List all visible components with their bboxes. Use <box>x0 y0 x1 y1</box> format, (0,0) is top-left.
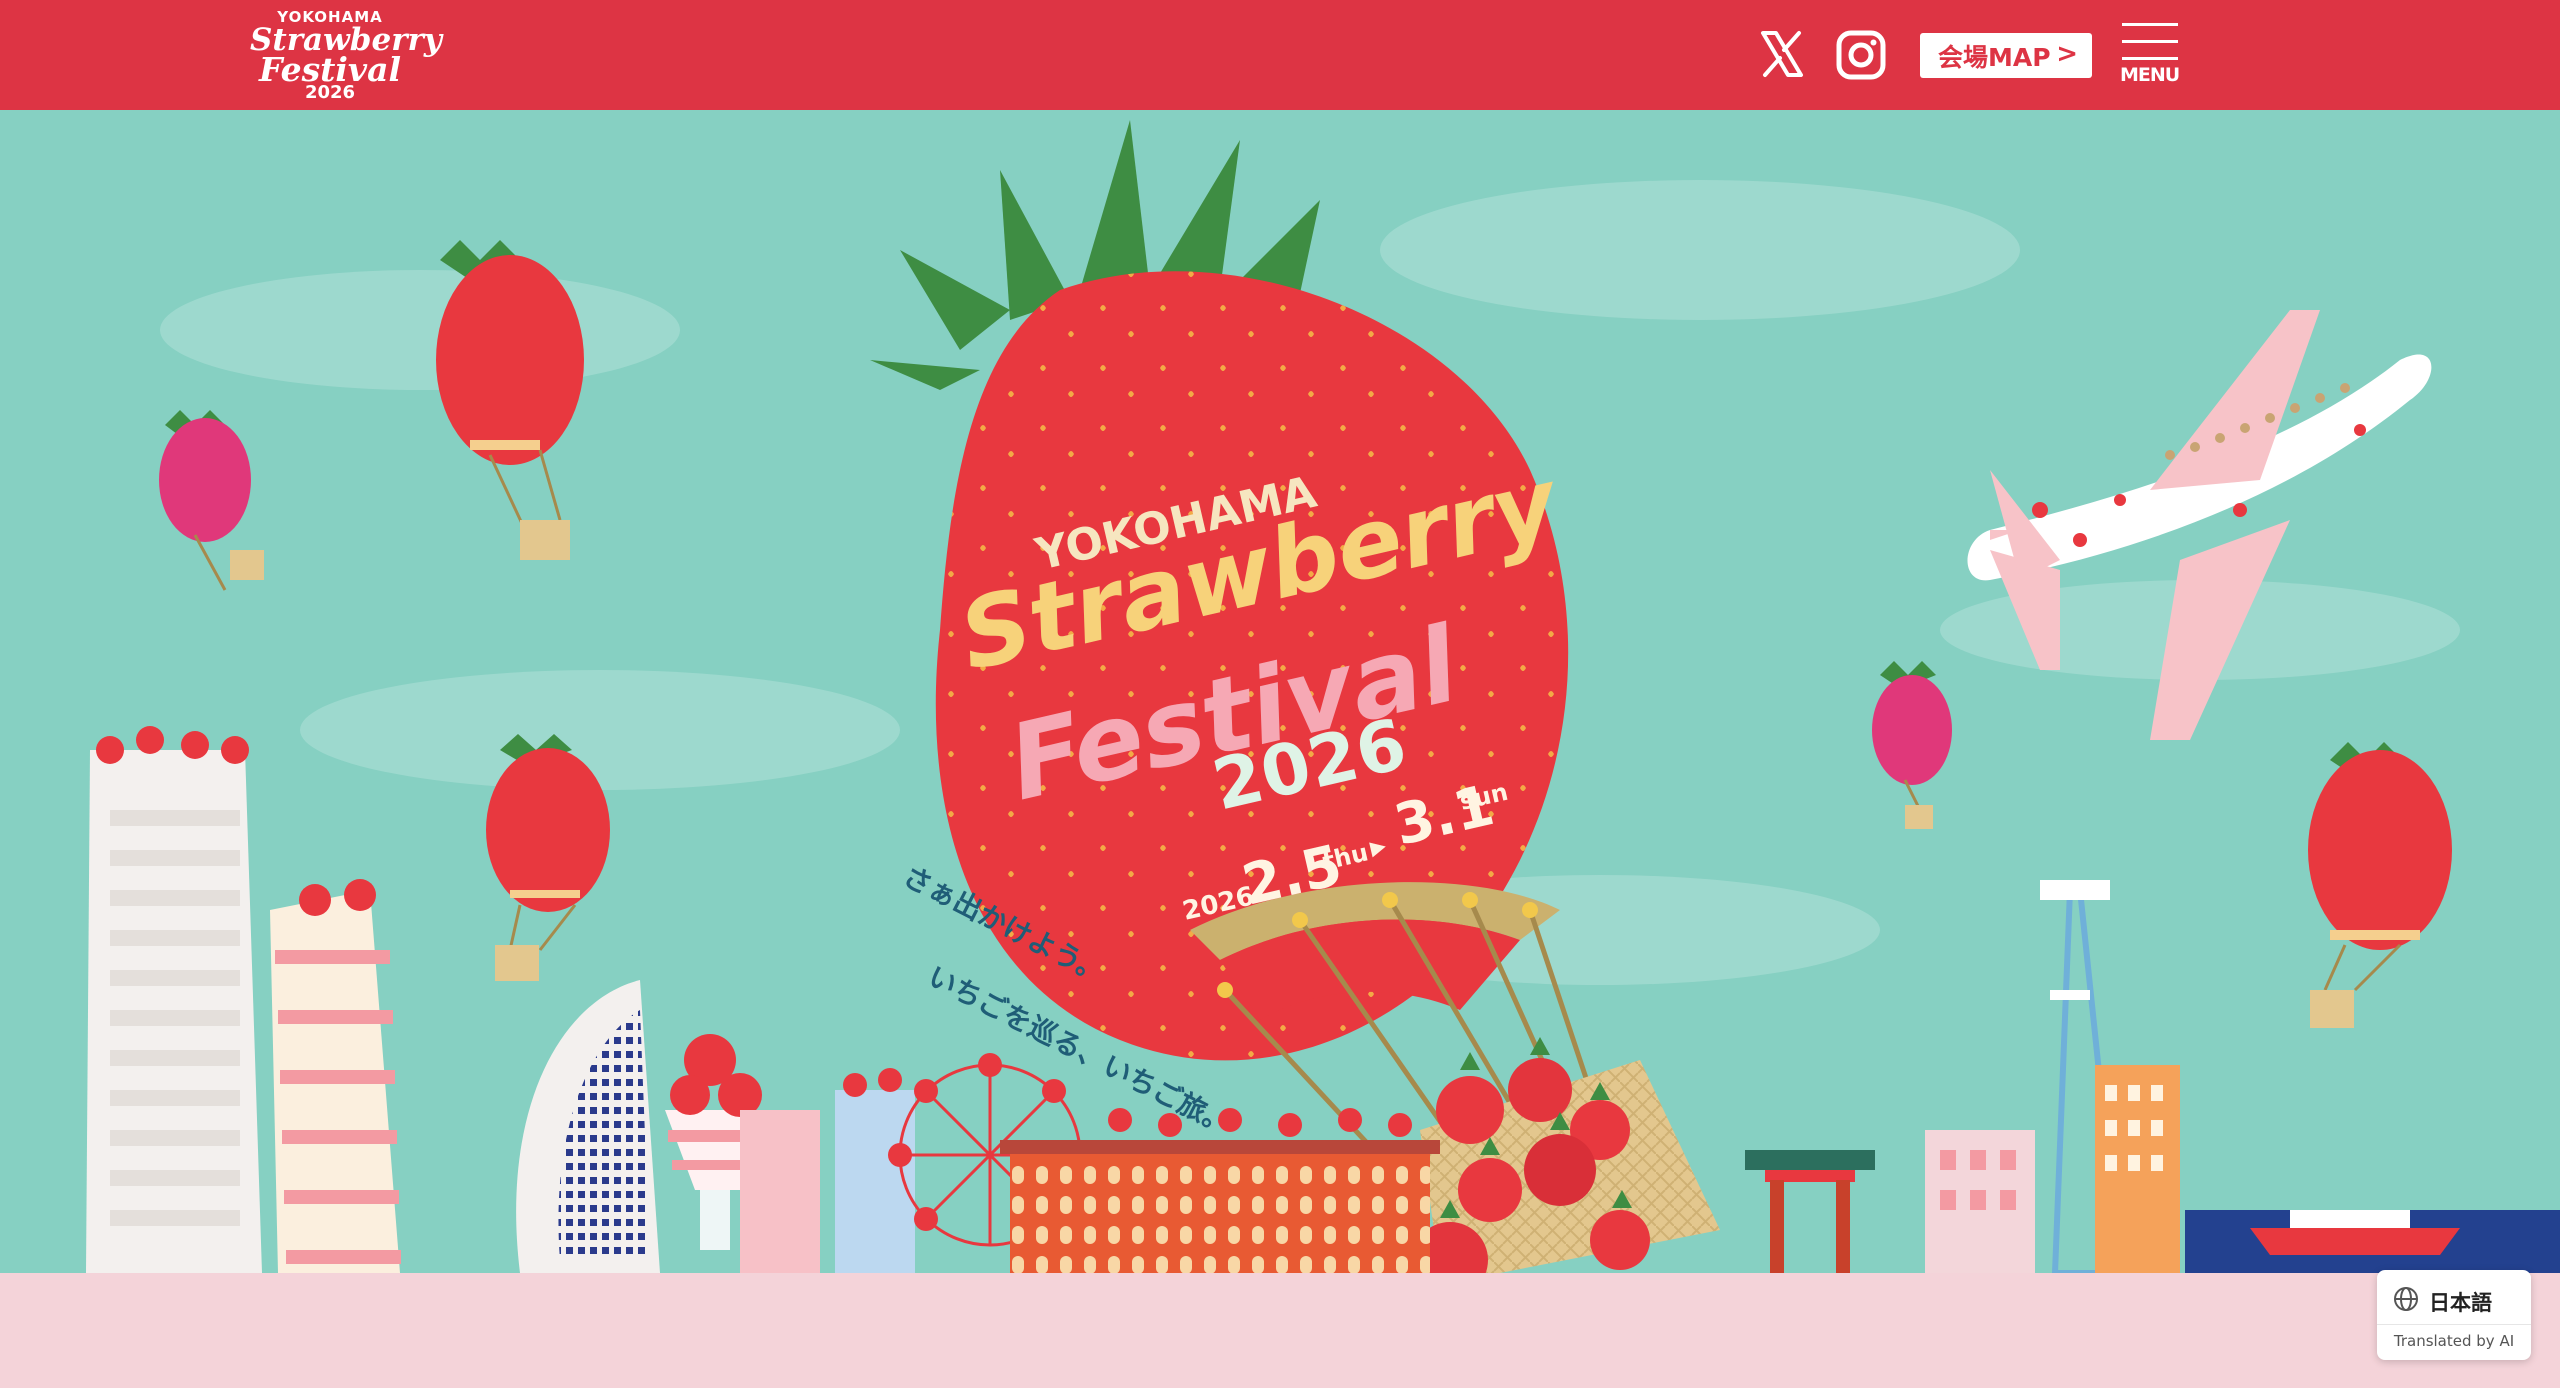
language-switcher-button[interactable]: 日本語 <box>2383 1276 2525 1322</box>
hero-key-visual: YOKOHAMA Strawberry Festival 2026 2026 2… <box>0 110 2560 1273</box>
globe-icon <box>2394 1287 2418 1311</box>
language-label: 日本語 <box>2429 1291 2492 1315</box>
blue-building <box>835 1068 915 1273</box>
hamburger-bar <box>2122 40 2178 43</box>
hamburger-bar <box>2122 57 2178 60</box>
orange-building <box>2095 1065 2180 1273</box>
divider <box>2377 1324 2531 1325</box>
logo-line-year: 2026 <box>304 82 356 103</box>
landmark-tower <box>86 726 262 1273</box>
menu-button[interactable]: MENU <box>2120 20 2180 88</box>
pink-building <box>740 1110 820 1273</box>
chevron-right-icon: > <box>2056 39 2078 69</box>
site-header: YOKOHAMA Strawberry Festival 2026 会場MAP … <box>0 0 2560 110</box>
pink-small-building <box>1925 1130 2035 1273</box>
red-brick-warehouse <box>1000 1140 1440 1273</box>
language-widget: 日本語 Translated by AI <box>2377 1270 2531 1360</box>
venue-map-button[interactable]: 会場MAP > <box>1920 33 2092 78</box>
harbor-sea <box>2185 1210 2560 1273</box>
hamburger-icon <box>2122 23 2178 26</box>
menu-label: MENU <box>2120 64 2180 86</box>
translated-by-ai-note: Translated by AI <box>2393 1332 2515 1350</box>
site-logo[interactable]: YOKOHAMA Strawberry Festival 2026 <box>250 6 442 104</box>
hero-illustration: YOKOHAMA Strawberry Festival 2026 2026 2… <box>0 110 2560 1273</box>
x-icon[interactable] <box>1760 30 1804 78</box>
venue-map-label: 会場MAP <box>1938 42 2051 72</box>
instagram-icon[interactable] <box>1836 30 1886 80</box>
